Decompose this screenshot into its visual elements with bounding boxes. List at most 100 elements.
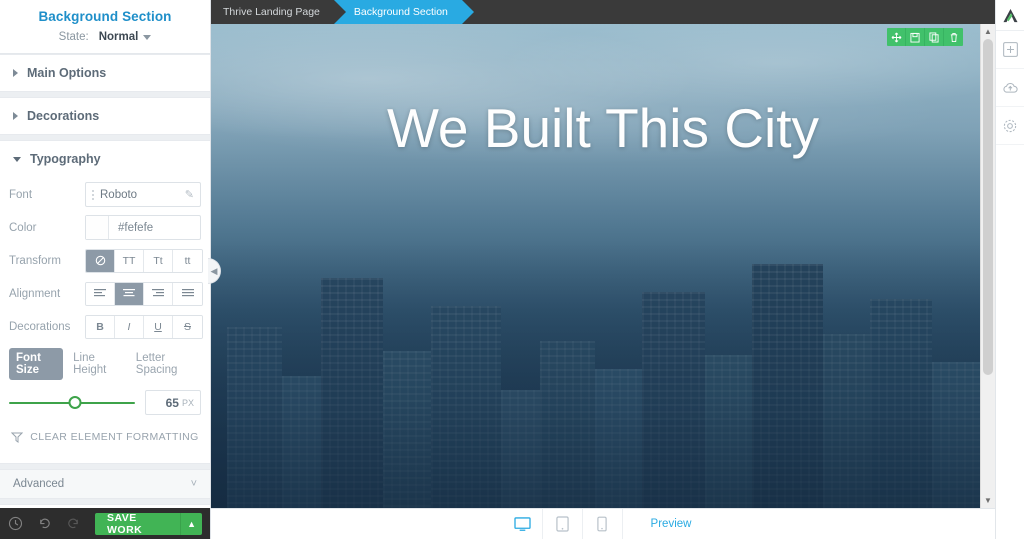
strikethrough-button[interactable]: S xyxy=(173,315,202,338)
chevron-right-icon xyxy=(13,69,18,77)
color-label: Color xyxy=(9,221,37,234)
thrive-architect-editor: Background Section State: Normal Main Op… xyxy=(0,0,1024,539)
thrive-logo xyxy=(996,0,1024,31)
typography-body: Font Roboto ✎ Color #fefefe Transform TT… xyxy=(0,177,210,463)
font-size-slider[interactable] xyxy=(9,396,135,410)
slider-knob[interactable] xyxy=(68,396,82,409)
chevron-down-icon xyxy=(13,156,21,162)
save-element-icon[interactable] xyxy=(906,28,925,46)
align-left-button[interactable] xyxy=(86,282,115,305)
gear-icon xyxy=(1003,119,1017,132)
device-preview-bar: Preview xyxy=(211,508,995,539)
section-typography: Typography Font Roboto ✎ Color #fefefe T… xyxy=(0,140,210,464)
color-picker[interactable]: #fefefe xyxy=(85,215,201,240)
clear-element-formatting-button[interactable]: CLEAR ELEMENT FORMATTING xyxy=(9,421,201,454)
advanced-label: Advanced xyxy=(13,478,65,490)
align-center-button[interactable] xyxy=(115,282,144,305)
color-swatch[interactable] xyxy=(86,216,109,239)
haze-overlay xyxy=(211,241,995,508)
breadcrumb-item-section[interactable]: Background Section xyxy=(333,0,474,24)
background-section[interactable]: We Built This City xyxy=(211,24,995,508)
scroll-down-icon[interactable]: ▼ xyxy=(981,493,995,508)
scrollbar-track[interactable] xyxy=(981,39,995,493)
scrollbar-thumb[interactable] xyxy=(983,39,993,375)
align-right-icon xyxy=(152,289,164,297)
delete-icon[interactable] xyxy=(944,28,963,46)
canvas-scrollbar[interactable]: ▲ ▼ xyxy=(980,24,995,508)
section-main-options: Main Options xyxy=(0,54,210,92)
font-input[interactable]: Roboto ✎ xyxy=(85,182,201,207)
decorations-row: Decorations B I U S xyxy=(9,312,203,341)
size-tabs: Font Size Line Height Letter Spacing xyxy=(9,348,201,380)
breadcrumb-item-page[interactable]: Thrive Landing Page xyxy=(211,0,346,24)
tab-font-size[interactable]: Font Size xyxy=(9,348,64,380)
transform-uppercase-button[interactable]: TT xyxy=(115,249,144,272)
panel-sections: Main Options Decorations Typography Font xyxy=(0,54,210,508)
panel-header: Background Section State: Normal xyxy=(0,0,210,54)
state-row: State: Normal xyxy=(0,31,210,43)
align-center-icon xyxy=(123,289,135,297)
no-transform-icon xyxy=(95,255,105,266)
thrive-logo-icon xyxy=(1002,8,1019,23)
save-work-button[interactable]: SAVE WORK ▲ xyxy=(95,512,202,535)
duplicate-icon[interactable] xyxy=(925,28,944,46)
font-size-input[interactable]: 65 PX xyxy=(145,390,201,415)
transform-button-group: TT Tt tt xyxy=(85,248,203,273)
underline-button[interactable]: U xyxy=(144,315,173,338)
tab-line-height[interactable]: Line Height xyxy=(66,348,126,380)
tab-letter-spacing[interactable]: Letter Spacing xyxy=(129,348,201,380)
decorations-label: Decorations xyxy=(9,320,71,333)
alignment-button-group xyxy=(85,281,203,306)
page-viewport: We Built This City ▲ ▼ xyxy=(211,24,995,508)
align-justify-button[interactable] xyxy=(173,282,202,305)
font-size-control: 65 PX xyxy=(9,390,201,415)
align-right-button[interactable] xyxy=(144,282,173,305)
device-tablet-button[interactable] xyxy=(543,508,583,539)
state-value-label: Normal xyxy=(98,31,139,43)
font-row: Font Roboto ✎ xyxy=(9,180,201,209)
italic-button[interactable]: I xyxy=(115,315,144,338)
scroll-up-icon[interactable]: ▲ xyxy=(981,24,995,39)
move-icon[interactable] xyxy=(887,28,906,46)
section-header-decorations[interactable]: Decorations xyxy=(0,98,210,134)
undo-icon[interactable] xyxy=(37,516,52,531)
font-size-value: 65 xyxy=(165,395,179,410)
redo-icon[interactable] xyxy=(66,516,81,531)
cloud-icon xyxy=(1002,82,1018,93)
history-icon[interactable] xyxy=(8,516,23,531)
align-left-icon xyxy=(94,289,106,297)
advanced-dropdown[interactable]: Advanced ˅ xyxy=(0,469,210,499)
save-options-caret[interactable]: ▲ xyxy=(180,512,202,535)
alignment-row: Alignment xyxy=(9,279,203,308)
add-element-button[interactable] xyxy=(996,31,1024,69)
font-size-unit: PX xyxy=(181,397,194,408)
breadcrumb: Thrive Landing Page Background Section xyxy=(211,0,995,24)
device-mobile-button[interactable] xyxy=(583,508,623,539)
page-title: Background Section xyxy=(38,9,172,24)
properties-panel: Background Section State: Normal Main Op… xyxy=(0,0,221,539)
cloud-templates-button[interactable] xyxy=(996,69,1024,107)
font-value: Roboto xyxy=(100,188,138,201)
section-header-typography[interactable]: Typography xyxy=(0,141,210,177)
section-label: Typography xyxy=(30,152,101,166)
transform-row: Transform TT Tt tt xyxy=(9,246,203,275)
decorations-button-group: B I U S xyxy=(85,314,203,339)
transform-none-button[interactable] xyxy=(86,249,115,272)
transform-capitalize-button[interactable]: Tt xyxy=(144,249,173,272)
transform-lowercase-button[interactable]: tt xyxy=(173,249,202,272)
drag-handle-icon xyxy=(92,189,94,200)
save-work-label: SAVE WORK xyxy=(107,512,143,535)
preview-button[interactable]: Preview xyxy=(639,513,704,535)
state-dropdown[interactable]: Normal xyxy=(99,31,152,43)
hero-heading[interactable]: We Built This City xyxy=(211,98,995,159)
bold-button[interactable]: B xyxy=(86,315,115,338)
pencil-icon[interactable]: ✎ xyxy=(185,188,194,201)
transform-label: Transform xyxy=(9,254,61,267)
section-header-main-options[interactable]: Main Options xyxy=(0,55,210,91)
align-justify-icon xyxy=(181,289,194,297)
chevron-left-icon: ◀ xyxy=(210,265,218,276)
settings-button[interactable] xyxy=(996,107,1024,145)
color-hex-value: #fefefe xyxy=(118,221,154,234)
section-label: Decorations xyxy=(27,109,100,123)
device-desktop-button[interactable] xyxy=(503,508,543,539)
